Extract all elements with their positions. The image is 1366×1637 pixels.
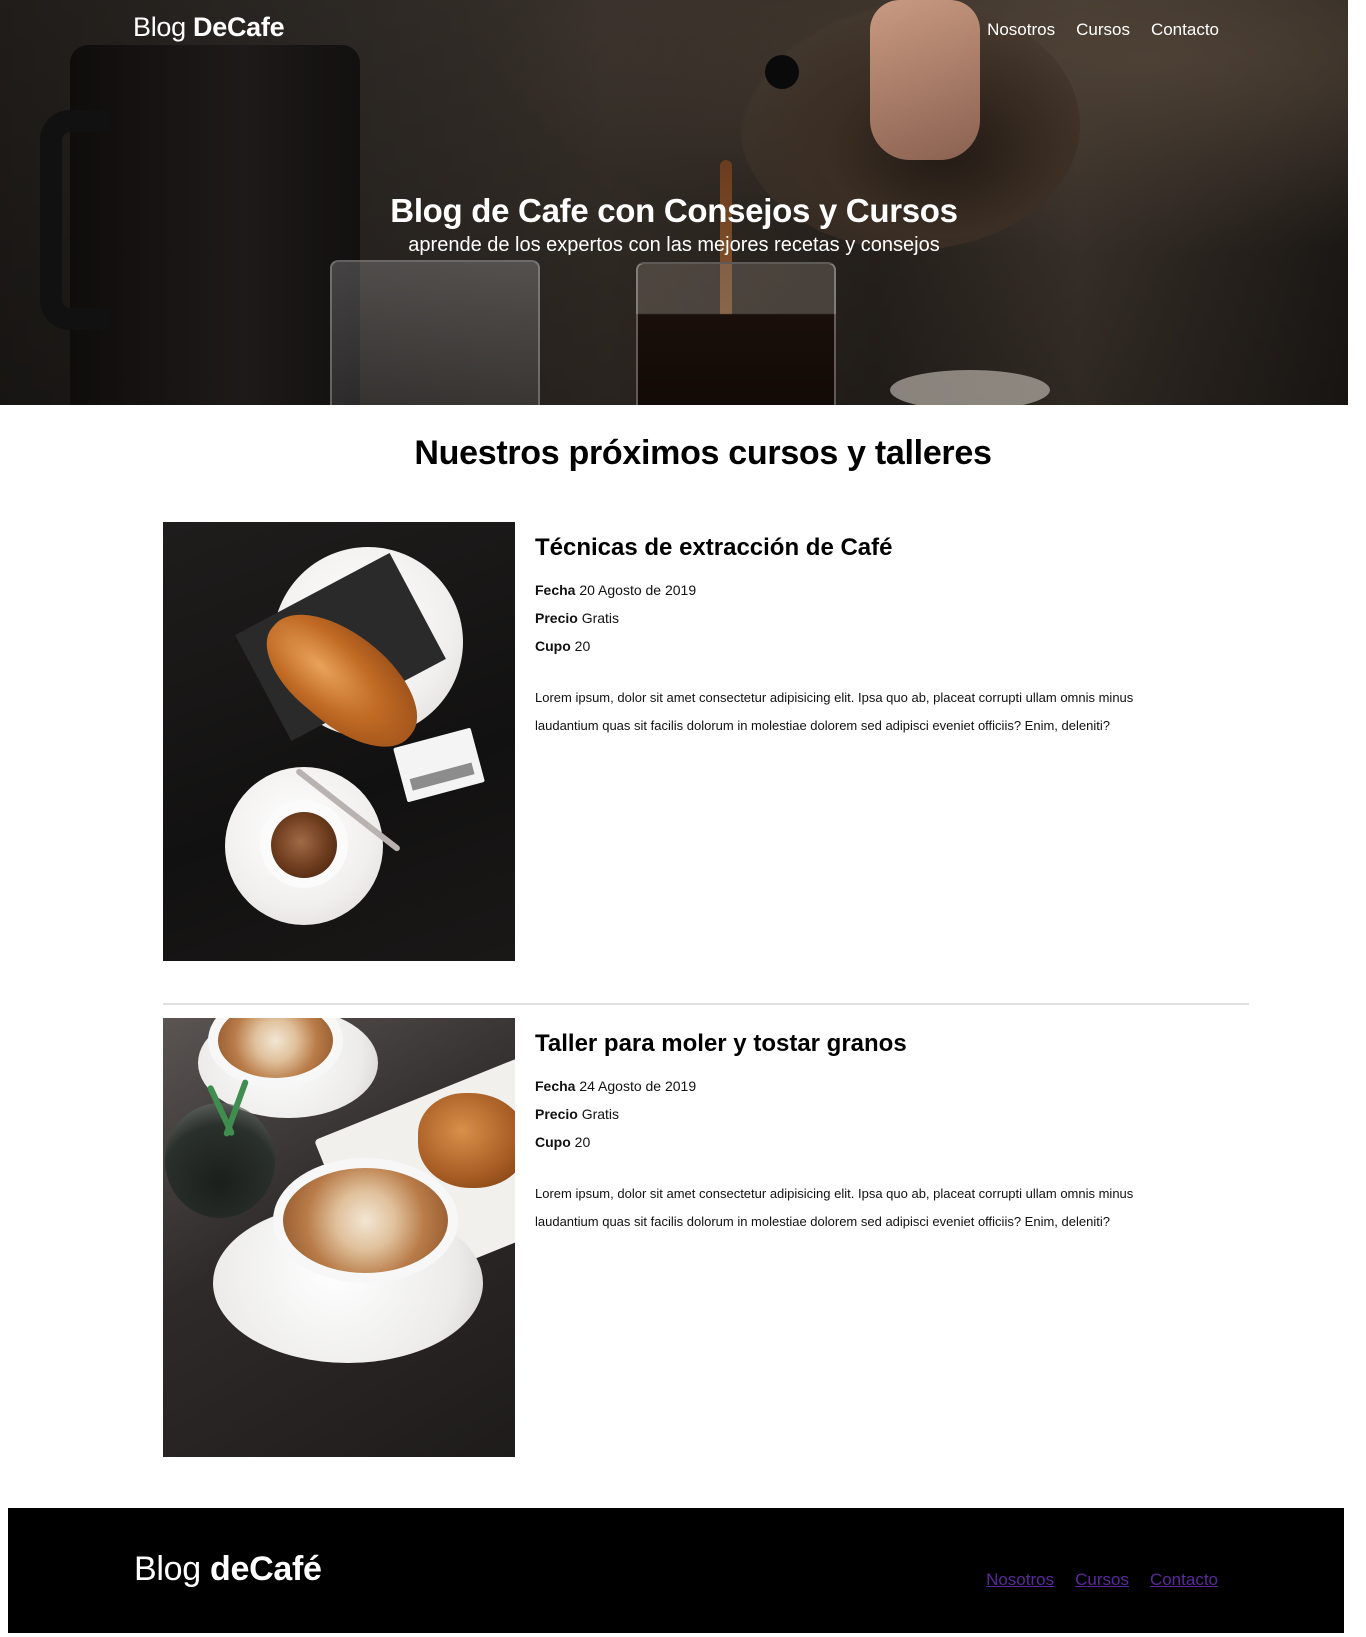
- hero-header: Blog DeCafe Nosotros Cursos Contacto Blo…: [0, 0, 1348, 405]
- price-value: Gratis: [581, 610, 620, 626]
- course-description: Lorem ipsum, dolor sit amet consectetur …: [535, 1186, 1134, 1229]
- plant-glass: [165, 1103, 275, 1218]
- capacity-value: 20: [574, 638, 591, 654]
- footer-logo-bold-text: deCafé: [210, 1550, 322, 1588]
- course-capacity: Cupo 20: [535, 1134, 1185, 1150]
- pastry: [418, 1093, 515, 1188]
- section-title: Nuestros próximos cursos y talleres: [414, 434, 992, 472]
- nav-link-cursos[interactable]: Cursos: [1076, 20, 1130, 40]
- course-image-latte: [163, 1018, 515, 1457]
- footer-logo[interactable]: Blog deCafé: [134, 1550, 322, 1589]
- logo-bold-text: DeCafe: [193, 12, 285, 42]
- nav-link-contacto[interactable]: Contacto: [1151, 20, 1219, 40]
- footer-link-nosotros[interactable]: Nosotros: [986, 1570, 1054, 1590]
- price-value: Gratis: [581, 1106, 620, 1122]
- course-title: Taller para moler y tostar granos: [535, 1030, 907, 1057]
- date-value: 20 Agosto de 2019: [579, 582, 697, 598]
- latte-art: [273, 1158, 458, 1283]
- hero-image-saucer: [890, 370, 1050, 405]
- price-label: Precio: [535, 610, 578, 626]
- course-description: Lorem ipsum, dolor sit amet consectetur …: [535, 690, 1134, 733]
- capacity-label: Cupo: [535, 1134, 571, 1150]
- course-divider: [163, 1003, 1249, 1005]
- course-image-croissant-espresso: [163, 522, 515, 961]
- hero-image-glass-right: [636, 262, 836, 405]
- hero-text: Blog de Cafe con Consejos y Cursos apren…: [0, 192, 1348, 257]
- price-label: Precio: [535, 1106, 578, 1122]
- site-footer: Blog deCafé Nosotros Cursos Contacto: [8, 1508, 1344, 1633]
- nav-link-nosotros[interactable]: Nosotros: [987, 20, 1055, 40]
- capacity-label: Cupo: [535, 638, 571, 654]
- espresso: [271, 812, 337, 878]
- hero-subtitle: aprende de los expertos con las mejores …: [408, 234, 940, 256]
- date-label: Fecha: [535, 582, 576, 598]
- footer-link-contacto[interactable]: Contacto: [1150, 1570, 1218, 1590]
- course-date: Fecha 20 Agosto de 2019: [535, 582, 1185, 598]
- course-price: Precio Gratis: [535, 1106, 1185, 1122]
- course-info: Técnicas de extracción de Café Fecha 20 …: [535, 534, 1185, 740]
- nav-links: Nosotros Cursos Contacto: [987, 20, 1219, 40]
- footer-links: Nosotros Cursos Contacto: [986, 1570, 1218, 1590]
- date-value: 24 Agosto de 2019: [579, 1078, 697, 1094]
- hero-image-glass-left: [330, 260, 540, 405]
- course-title: Técnicas de extracción de Café: [535, 534, 893, 561]
- course-info: Taller para moler y tostar granos Fecha …: [535, 1030, 1185, 1236]
- hero-title: Blog de Cafe con Consejos y Cursos: [390, 192, 958, 229]
- capacity-value: 20: [574, 1134, 591, 1150]
- top-navigation: Blog DeCafe Nosotros Cursos Contacto: [0, 0, 1348, 64]
- course-price: Precio Gratis: [535, 610, 1185, 626]
- date-label: Fecha: [535, 1078, 576, 1094]
- footer-link-cursos[interactable]: Cursos: [1075, 1570, 1129, 1590]
- course-capacity: Cupo 20: [535, 638, 1185, 654]
- logo-light-text: Blog: [133, 12, 194, 42]
- site-logo[interactable]: Blog DeCafe: [133, 12, 285, 43]
- course-date: Fecha 24 Agosto de 2019: [535, 1078, 1185, 1094]
- footer-logo-light-text: Blog: [134, 1550, 210, 1588]
